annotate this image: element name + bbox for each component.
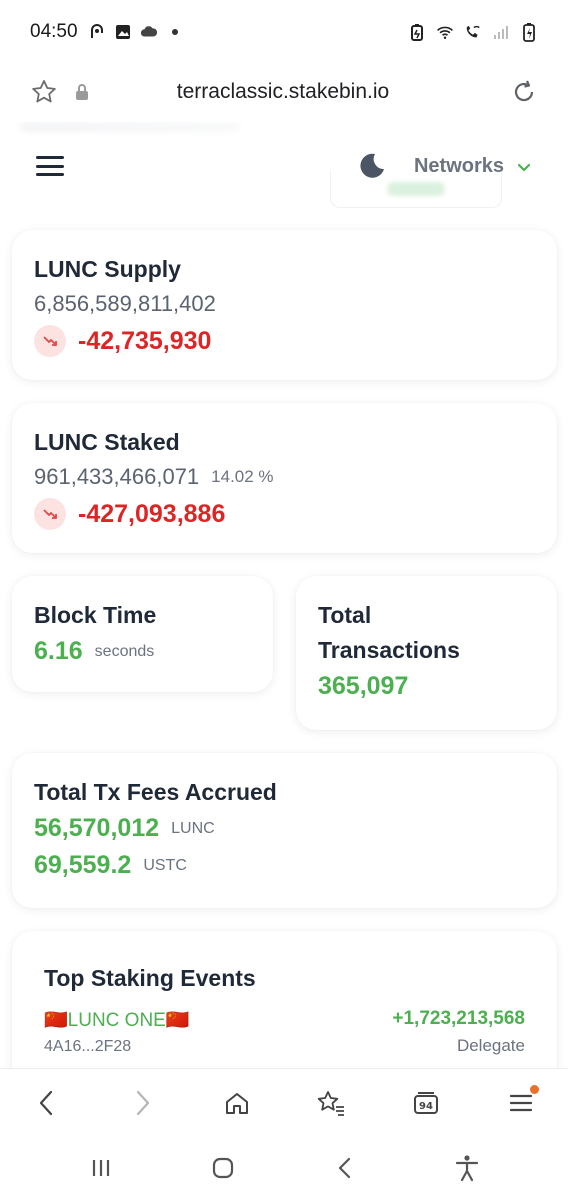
lunc-staked-change: -427,093,886 bbox=[78, 499, 226, 528]
wifi-call-icon bbox=[464, 23, 482, 41]
lunc-supply-card: LUNC Supply 6,856,589,811,402 -42,735,93… bbox=[12, 230, 557, 380]
lunc-staked-percent: 14.02 % bbox=[211, 467, 274, 486]
networks-dropdown[interactable]: Networks bbox=[414, 155, 532, 178]
tab-count: 94 bbox=[419, 1101, 433, 1112]
status-time: 04:50 bbox=[30, 21, 78, 42]
tx-fees-lunc-value: 56,570,012 bbox=[34, 814, 160, 842]
browser-bottom-toolbar: 94 bbox=[0, 1068, 568, 1136]
site-header: Networks bbox=[0, 136, 568, 196]
block-time-unit: seconds bbox=[94, 642, 155, 660]
bookmark-star-icon[interactable] bbox=[28, 76, 60, 108]
tx-fees-card: Total Tx Fees Accrued 56,570,012 LUNC 69… bbox=[12, 753, 557, 908]
total-transactions-title-line2: Transactions bbox=[318, 637, 460, 663]
tx-fees-title: Total Tx Fees Accrued bbox=[34, 779, 277, 805]
menu-icon[interactable] bbox=[36, 156, 64, 176]
staking-event-type: Delegate bbox=[456, 1036, 525, 1055]
podcast-icon bbox=[88, 23, 106, 41]
gallery-icon bbox=[114, 23, 132, 41]
staking-event-amount: +1,723,213,568 bbox=[392, 1008, 525, 1029]
trend-down-icon bbox=[34, 498, 66, 530]
battery-saver-icon bbox=[408, 23, 426, 41]
system-navigation-bar bbox=[0, 1136, 568, 1200]
staking-event-validator[interactable]: 🇨🇳LUNC ONE🇨🇳 bbox=[44, 1008, 190, 1032]
status-bar: 04:50 bbox=[0, 0, 568, 64]
cloud-icon bbox=[140, 23, 158, 41]
status-left-icons bbox=[88, 23, 184, 41]
notification-dot bbox=[529, 1084, 539, 1094]
tx-fees-ustc-value: 69,559.2 bbox=[34, 851, 132, 879]
staking-events-title: Top Staking Events bbox=[44, 965, 256, 991]
tabs-icon[interactable]: 94 bbox=[406, 1083, 446, 1123]
networks-label: Networks bbox=[413, 154, 504, 177]
reload-icon[interactable] bbox=[508, 76, 540, 108]
total-transactions-title-line1: Total bbox=[318, 602, 372, 628]
lunc-supply-value: 6,856,589,811,402 bbox=[34, 291, 216, 316]
status-right-icons bbox=[408, 23, 538, 42]
browser-url-bar: terraclassic.stakebin.io bbox=[0, 64, 568, 120]
signal-icon bbox=[492, 23, 510, 41]
dark-mode-moon-icon[interactable] bbox=[356, 151, 386, 181]
forward-icon[interactable] bbox=[122, 1083, 162, 1123]
wifi-icon bbox=[436, 23, 454, 41]
lunc-supply-change: -42,735,930 bbox=[78, 326, 212, 355]
trend-down-icon bbox=[34, 325, 66, 357]
block-time-value: 6.16 bbox=[34, 637, 83, 665]
dot-icon bbox=[166, 23, 184, 41]
lunc-staked-card: LUNC Staked 961,433,466,071 14.02 % -427… bbox=[12, 403, 557, 553]
lunc-supply-title: LUNC Supply bbox=[34, 256, 181, 282]
home-icon[interactable] bbox=[217, 1083, 257, 1123]
list-item[interactable]: 🇨🇳LUNC ONE🇨🇳 4A16...2F28 +1,723,213,568 … bbox=[44, 1008, 525, 1056]
accessibility-icon[interactable] bbox=[447, 1148, 487, 1188]
battery-icon bbox=[520, 23, 538, 42]
chevron-down-icon bbox=[516, 158, 532, 174]
browser-menu-icon[interactable] bbox=[501, 1083, 541, 1123]
system-back-icon[interactable] bbox=[325, 1148, 365, 1188]
tx-fees-lunc-unit: LUNC bbox=[171, 819, 215, 837]
bookmarks-icon[interactable] bbox=[311, 1083, 351, 1123]
url-text[interactable]: terraclassic.stakebin.io bbox=[58, 80, 508, 104]
tx-fees-ustc-unit: USTC bbox=[143, 856, 187, 874]
lunc-staked-value: 961,433,466,071 bbox=[34, 464, 200, 489]
recent-apps-icon[interactable] bbox=[81, 1148, 121, 1188]
total-transactions-value: 365,097 bbox=[318, 672, 409, 700]
staking-event-address[interactable]: 4A16...2F28 bbox=[44, 1038, 190, 1056]
top-staking-events-card: Top Staking Events 🇨🇳LUNC ONE🇨🇳 4A16...2… bbox=[12, 931, 557, 1068]
back-icon[interactable] bbox=[27, 1083, 67, 1123]
block-time-card: Block Time 6.16 seconds bbox=[12, 576, 273, 692]
faded-banner bbox=[20, 122, 240, 132]
web-page: Networks LUNC Supply 6,856,589,811,402 -… bbox=[0, 122, 568, 1068]
total-transactions-card: Total Transactions 365,097 bbox=[296, 576, 557, 730]
lunc-staked-title: LUNC Staked bbox=[34, 429, 180, 455]
system-home-icon[interactable] bbox=[203, 1148, 243, 1188]
block-time-title: Block Time bbox=[34, 602, 157, 628]
